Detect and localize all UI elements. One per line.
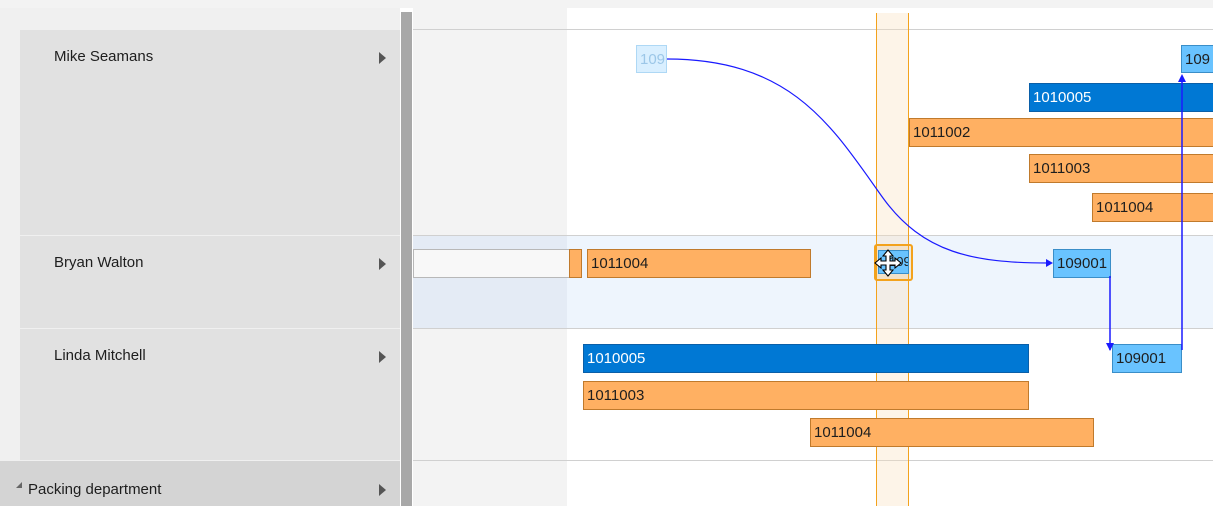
group-name: Packing department [28,481,162,498]
resource-row-mike-seamans[interactable]: Mike Seamans [20,30,400,235]
group-row-packing-department[interactable]: Packing department [0,461,400,506]
dependency-link[interactable] [666,58,1050,264]
schedule-area[interactable]: 109 109 1010005 1011002 1011003 1011004 … [413,8,1213,506]
arrowhead-icon [1178,74,1186,82]
resource-name: Bryan Walton [54,254,144,271]
panel-splitter[interactable] [401,12,412,506]
chevron-right-icon[interactable] [379,484,386,496]
dependency-links [666,58,1186,351]
resource-row-bryan-walton[interactable]: Bryan Walton [20,236,400,328]
resource-name: Mike Seamans [54,48,154,65]
arrowhead-icon [1046,259,1053,267]
chevron-right-icon[interactable] [379,351,386,363]
chevron-right-icon[interactable] [379,258,386,270]
arrowhead-icon [1106,343,1114,351]
expander-triangle-icon[interactable] [16,482,22,488]
resource-name: Linda Mitchell [54,347,146,364]
top-strip [0,0,1213,8]
resource-row-linda-mitchell[interactable]: Linda Mitchell [20,329,400,460]
resource-panel: Mike Seamans Bryan Walton Linda Mitchell… [0,8,400,506]
chevron-right-icon[interactable] [379,52,386,64]
